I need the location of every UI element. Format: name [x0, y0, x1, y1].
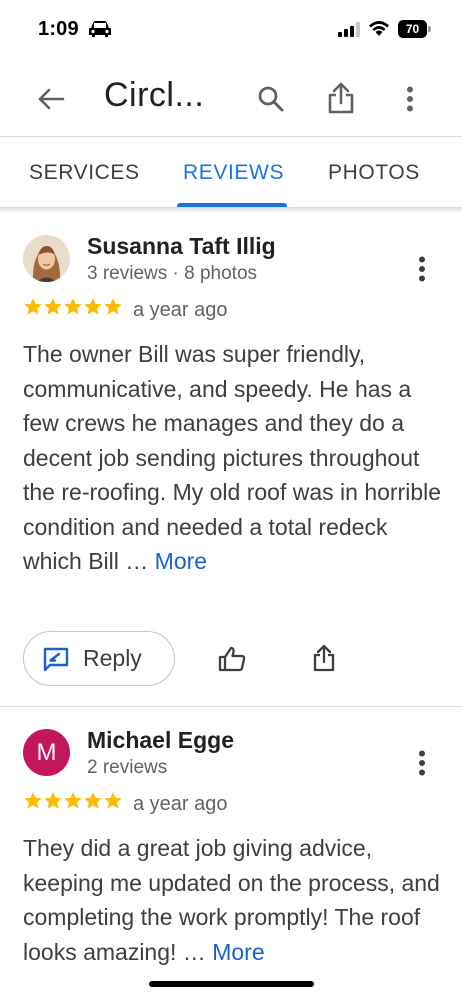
tab-services[interactable]: SERVICES — [29, 161, 140, 185]
reviewer-meta: 3 reviews · 8 photos — [87, 263, 258, 284]
review-more-button[interactable] — [408, 253, 436, 285]
star-icon — [44, 792, 62, 809]
more-link[interactable]: More — [155, 548, 207, 574]
star-icon — [24, 298, 42, 315]
status-time: 1:09 — [38, 18, 79, 40]
avatar[interactable] — [23, 235, 70, 282]
share-icon — [313, 644, 335, 672]
star-icon — [104, 298, 122, 315]
review-text: They did a great job giving advice, keep… — [23, 831, 443, 969]
review-more-button[interactable] — [408, 747, 436, 779]
star-rating — [23, 297, 123, 317]
share-button[interactable] — [322, 78, 360, 118]
avatar-letter: M — [36, 738, 57, 766]
search-button[interactable] — [252, 80, 290, 118]
reviewer-name[interactable]: Michael Egge — [87, 727, 234, 754]
search-icon — [258, 86, 284, 112]
back-button[interactable] — [32, 80, 70, 118]
app-bar: Circl... — [0, 62, 462, 134]
car-icon — [89, 21, 111, 37]
home-indicator — [149, 981, 314, 987]
thumb-up-icon — [218, 646, 246, 672]
reply-label: Reply — [83, 645, 142, 671]
arrow-back-icon — [38, 88, 65, 110]
star-icon — [104, 792, 122, 809]
more-options-button[interactable] — [392, 80, 428, 118]
more-vert-icon — [407, 86, 413, 112]
more-vert-icon — [419, 750, 425, 776]
like-button[interactable] — [214, 641, 250, 677]
tab-bar-shadow — [0, 207, 462, 213]
avatar[interactable]: M — [23, 729, 70, 776]
tab-photos[interactable]: PHOTOS — [328, 161, 420, 185]
star-rating — [23, 791, 123, 811]
user-photo-avatar — [23, 235, 70, 282]
more-vert-icon — [419, 256, 425, 282]
review-date: a year ago — [133, 793, 228, 815]
reply-icon — [43, 647, 69, 672]
review-actions: Reply — [0, 631, 462, 687]
reviewer-name[interactable]: Susanna Taft Illig — [87, 233, 276, 260]
reviewer-meta: 2 reviews — [87, 757, 168, 778]
star-icon — [84, 792, 102, 809]
review-divider — [0, 706, 462, 707]
review-share-button[interactable] — [306, 639, 342, 677]
status-bar: 1:09 70 — [0, 0, 462, 62]
page-title: Circl... — [104, 76, 205, 114]
star-icon — [44, 298, 62, 315]
more-link[interactable]: More — [212, 939, 264, 965]
tab-bar: SERVICES REVIEWS PHOTOS — [0, 137, 462, 207]
review-body: The owner Bill was super friendly, commu… — [23, 341, 442, 574]
share-icon — [328, 82, 354, 114]
battery-icon: 70 — [398, 20, 432, 38]
star-icon — [84, 298, 102, 315]
cellular-signal-icon — [338, 22, 360, 37]
review-text: The owner Bill was super friendly, commu… — [23, 337, 443, 579]
star-icon — [64, 298, 82, 315]
star-icon — [64, 792, 82, 809]
review-date: a year ago — [133, 299, 228, 321]
star-icon — [24, 792, 42, 809]
wifi-icon — [369, 21, 389, 36]
tab-reviews[interactable]: REVIEWS — [183, 161, 284, 185]
battery-level: 70 — [398, 20, 427, 38]
reply-button[interactable]: Reply — [23, 631, 175, 686]
